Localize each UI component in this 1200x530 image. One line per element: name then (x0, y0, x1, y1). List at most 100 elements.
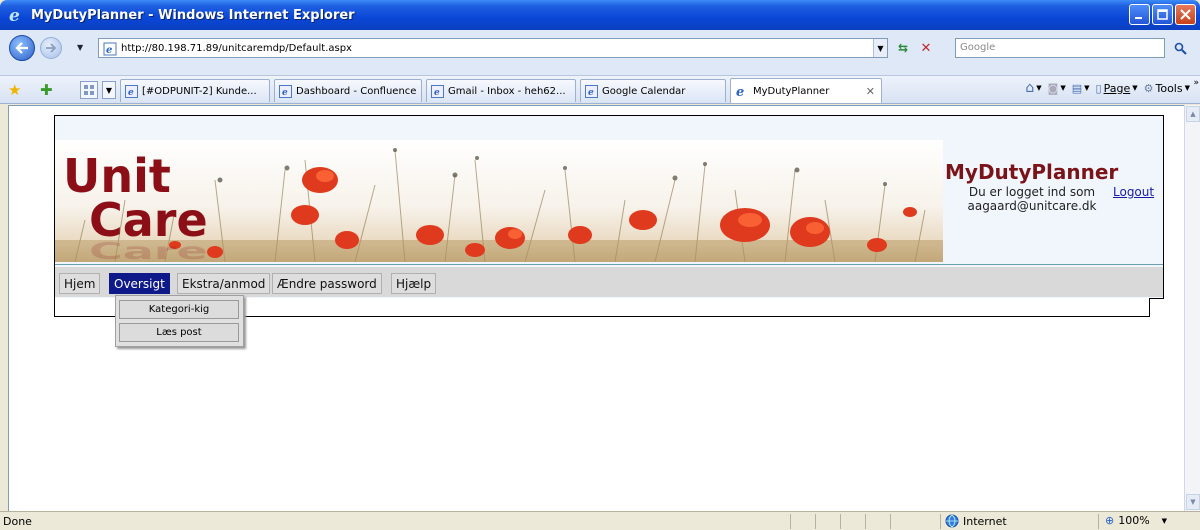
globe-icon (945, 514, 959, 528)
security-zone[interactable]: Internet (945, 514, 1007, 528)
page-menu-button[interactable]: ▯ Page ▼ (1096, 82, 1138, 95)
gear-icon: ⚙ (1143, 81, 1154, 95)
arrow-right-icon (46, 43, 57, 53)
logged-in-info: Du er logget ind som aagaard@unitcare.dk (957, 185, 1107, 213)
status-divider (890, 514, 891, 529)
ie-page-icon: e (279, 84, 292, 98)
tab-confluence[interactable]: e Dashboard - Confluence (274, 79, 422, 102)
feeds-button[interactable]: ◙ ▼ (1048, 82, 1066, 95)
ie-logo-icon: e (9, 6, 20, 24)
page-viewport: Unit Care Care MyDutyPlanner Du er logge… (8, 105, 1184, 511)
brand-title: MyDutyPlanner (945, 160, 1119, 184)
tab-bar: ★ ✚ ▼ e [#ODPUNIT-2] Kunde... e Dashboar… (0, 76, 1200, 104)
close-icon (1180, 9, 1191, 20)
address-input[interactable]: e http://80.198.71.89/unitcaremdp/Defaul… (98, 38, 888, 58)
poppy-field-image: Unit Care Care (55, 148, 943, 262)
chevron-down-icon: ▼ (1184, 84, 1190, 92)
window-title: MyDutyPlanner - Windows Internet Explore… (31, 7, 355, 23)
refresh-button[interactable]: ⇆ (893, 38, 913, 58)
command-bar: ⌂ ▼ ◙ ▼ ▤ ▼ ▯ Page ▼ ⚙ Tools ▼ (1025, 80, 1190, 96)
address-toolbar: ▼ e http://80.198.71.89/unitcaremdp/Defa… (0, 30, 1200, 76)
stop-icon: ✕ (920, 40, 932, 56)
forward-button[interactable] (40, 37, 62, 59)
home-icon: ⌂ (1025, 80, 1035, 96)
zoom-control[interactable]: ⊕ 100% ▼ (1105, 514, 1167, 527)
svg-text:e: e (9, 6, 20, 24)
close-tab-icon[interactable]: ✕ (866, 85, 875, 98)
chevron-down-icon: ▼ (1132, 84, 1138, 92)
zone-label: Internet (963, 514, 1007, 528)
vertical-scrollbar[interactable]: ▲ ▼ (1184, 105, 1200, 511)
minimize-button[interactable] (1129, 4, 1150, 25)
menu-item-hjaelp[interactable]: Hjælp (391, 273, 437, 294)
rss-feed-icon: ◙ (1047, 81, 1059, 95)
ie-page-icon: e (431, 84, 444, 98)
ie-page-icon: e (125, 84, 138, 98)
home-button[interactable]: ⌂ ▼ (1025, 80, 1041, 96)
page-icon: ▯ (1095, 81, 1102, 95)
svg-text:e: e (128, 88, 134, 98)
scroll-down-button[interactable]: ▼ (1186, 494, 1200, 510)
maximize-button[interactable] (1152, 4, 1173, 25)
tools-menu-button[interactable]: ⚙ Tools ▼ (1144, 82, 1190, 95)
zoom-icon: ⊕ (1105, 514, 1115, 527)
add-favorites-icon[interactable]: ✚ (40, 81, 53, 99)
oversigt-dropdown-menu: Kategori-kig Læs post (115, 295, 244, 347)
search-placeholder: Google (960, 42, 996, 53)
ie-page-icon: e (585, 84, 598, 98)
status-text: Done (3, 515, 32, 528)
address-dropdown-button[interactable]: ▼ (873, 39, 887, 57)
status-divider (1098, 514, 1099, 529)
back-button[interactable] (9, 35, 35, 61)
title-bar: e MyDutyPlanner - Windows Internet Explo… (0, 0, 1200, 30)
grid-icon (84, 85, 94, 95)
dropdown-item-laes-post[interactable]: Læs post (119, 323, 239, 342)
tab-odpunit[interactable]: e [#ODPUNIT-2] Kunde... (120, 79, 270, 102)
print-button[interactable]: ▤ ▼ (1072, 82, 1090, 95)
favorites-star-icon[interactable]: ★ (8, 81, 21, 99)
tab-google-calendar[interactable]: e Google Calendar (580, 79, 726, 102)
history-dropdown-button[interactable]: ▼ (77, 43, 83, 52)
quick-tabs-button[interactable] (80, 81, 98, 99)
status-divider (840, 514, 841, 529)
search-button[interactable] (1170, 38, 1190, 58)
tab-mydutyplanner[interactable]: e MyDutyPlanner ✕ (730, 78, 882, 103)
close-window-button[interactable] (1175, 4, 1196, 25)
main-menu: Hjem Oversigt Ekstra/anmod Ændre passwor… (55, 267, 1163, 297)
menu-item-hjem[interactable]: Hjem (59, 273, 101, 294)
search-icon (1174, 42, 1187, 55)
ie-logo-icon: e (736, 85, 744, 98)
refresh-icon: ⇆ (897, 41, 909, 55)
page-menu-label: Page (1103, 81, 1131, 95)
maximize-icon (1157, 9, 1168, 20)
menu-item-oversigt[interactable]: Oversigt (109, 273, 170, 294)
scroll-up-button[interactable]: ▲ (1186, 106, 1200, 122)
chevron-down-icon: ▼ (105, 85, 113, 95)
svg-text:e: e (434, 88, 440, 98)
svg-text:Care: Care (89, 237, 208, 262)
status-divider (865, 514, 866, 529)
dropdown-item-kategori-kig[interactable]: Kategori-kig (119, 300, 239, 319)
address-text: http://80.198.71.89/unitcaremdp/Default.… (121, 42, 352, 54)
tab-gmail[interactable]: e Gmail - Inbox - heh62... (426, 79, 576, 102)
svg-text:e: e (282, 88, 288, 98)
menu-item-aendre-password[interactable]: Ændre password (272, 273, 382, 294)
tab-label: [#ODPUNIT-2] Kunde... (142, 85, 257, 97)
search-input[interactable]: Google (955, 38, 1165, 58)
logged-in-user: aagaard@unitcare.dk (967, 199, 1097, 213)
stop-button[interactable]: ✕ (916, 38, 936, 58)
status-divider (790, 514, 791, 529)
chevron-down-icon: ▼ (877, 43, 884, 53)
logged-in-label: Du er logget ind som (968, 185, 1096, 199)
zoom-level: 100% (1118, 514, 1150, 527)
menu-item-ekstra-anmod[interactable]: Ekstra/anmod (177, 273, 271, 294)
site-header: Unit Care Care MyDutyPlanner Du er logge… (54, 115, 1164, 299)
tab-list-button[interactable]: ▼ (102, 81, 116, 99)
svg-text:e: e (736, 85, 744, 98)
chevron-down-icon: ▼ (1190, 498, 1196, 506)
tab-label: MyDutyPlanner (753, 85, 830, 97)
logout-link[interactable]: Logout (1113, 185, 1154, 199)
toolbar-overflow-icon[interactable]: » (1193, 78, 1199, 88)
printer-icon: ▤ (1071, 81, 1083, 95)
svg-text:e: e (106, 45, 112, 56)
